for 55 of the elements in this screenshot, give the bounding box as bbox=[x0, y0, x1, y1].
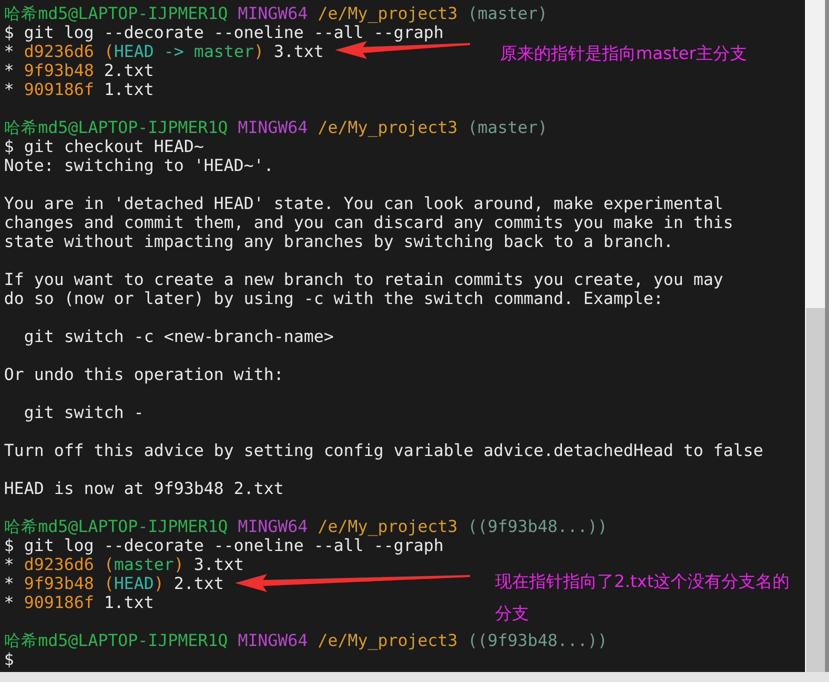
output-text: Turn off this advice by setting config variable advice.detachedHead to false bbox=[4, 441, 764, 460]
output-text: 3.txt bbox=[194, 555, 244, 574]
output-text: 1.txt bbox=[104, 80, 154, 99]
output-text: Or undo this operation with: bbox=[4, 365, 284, 384]
output-text: git switch - bbox=[22, 403, 144, 422]
output-text: 3.txt bbox=[274, 42, 324, 61]
prompt-user: 哈希md5@LAPTOP-IJPMER1Q bbox=[4, 4, 228, 23]
annotation-text: 原来的指针是指向master主分支 bbox=[500, 43, 748, 66]
prompt-system: MINGW64 bbox=[238, 118, 308, 137]
prompt-user: 哈希md5@LAPTOP-IJPMER1Q bbox=[4, 631, 228, 650]
output-text: You are in 'detached HEAD' state. You can look around, make experimental bbox=[4, 194, 724, 213]
prompt-user: 哈希md5@LAPTOP-IJPMER1Q bbox=[4, 517, 228, 536]
prompt-path: /e/My_project3 bbox=[318, 118, 458, 137]
annotation-text: 现在指针指向了2.txt这个没有分支名的分支 bbox=[495, 571, 791, 626]
prompt-branch: ((9f93b48...)) bbox=[468, 631, 608, 650]
graph-mark: * bbox=[4, 555, 14, 574]
command-line: $ bbox=[4, 650, 14, 669]
prompt-user: 哈希md5@LAPTOP-IJPMER1Q bbox=[4, 118, 228, 137]
graph-mark: * bbox=[4, 80, 14, 99]
output-text: Note: switching to 'HEAD~'. bbox=[4, 156, 274, 175]
commit-hash: 909186f bbox=[24, 80, 94, 99]
prompt-path: /e/My_project3 bbox=[318, 631, 458, 650]
commit-hash: 909186f bbox=[24, 593, 94, 612]
scrollbar-thumb[interactable] bbox=[806, 308, 825, 672]
output-text: HEAD is now at 9f93b48 2.txt bbox=[4, 479, 284, 498]
ref-label: (HEAD) bbox=[104, 574, 164, 593]
command-line: $ git log --decorate --oneline --all --graph bbox=[4, 536, 444, 555]
commit-hash: 9f93b48 bbox=[24, 574, 94, 593]
prompt-system: MINGW64 bbox=[238, 631, 308, 650]
commit-hash: d9236d6 bbox=[24, 555, 94, 574]
command-line: $ git checkout HEAD~ bbox=[4, 137, 204, 156]
output-text: 1.txt bbox=[104, 593, 154, 612]
output-text: do so (now or later) by using -c with the switch command. Example: bbox=[4, 289, 664, 308]
output-text: If you want to create a new branch to retain commits you create, you may bbox=[4, 270, 724, 289]
ref-label: (master) bbox=[104, 555, 184, 574]
prompt-branch: (master) bbox=[468, 118, 548, 137]
prompt-system: MINGW64 bbox=[238, 517, 308, 536]
prompt-branch: (master) bbox=[468, 4, 548, 23]
commit-hash: 9f93b48 bbox=[24, 61, 94, 80]
prompt-path: /e/My_project3 bbox=[318, 517, 458, 536]
output-text: git switch -c <new-branch-name> bbox=[22, 327, 334, 346]
prompt-branch: ((9f93b48...)) bbox=[468, 517, 608, 536]
command-line: $ git log --decorate --oneline --all --graph bbox=[4, 23, 444, 42]
graph-mark: * bbox=[4, 593, 14, 612]
output-text: state without impacting any branches by switching back to a branch. bbox=[4, 232, 674, 251]
output-text: 2.txt bbox=[174, 574, 224, 593]
prompt-path: /e/My_project3 bbox=[318, 4, 458, 23]
prompt-system: MINGW64 bbox=[238, 4, 308, 23]
graph-mark: * bbox=[4, 42, 14, 61]
commit-hash: d9236d6 bbox=[24, 42, 94, 61]
graph-mark: * bbox=[4, 61, 14, 80]
output-text: changes and commit them, and you can discard any commits you make in this bbox=[4, 213, 734, 232]
graph-mark: * bbox=[4, 574, 14, 593]
ref-label: (HEAD -> master) bbox=[104, 42, 264, 61]
output-text: 2.txt bbox=[104, 61, 154, 80]
